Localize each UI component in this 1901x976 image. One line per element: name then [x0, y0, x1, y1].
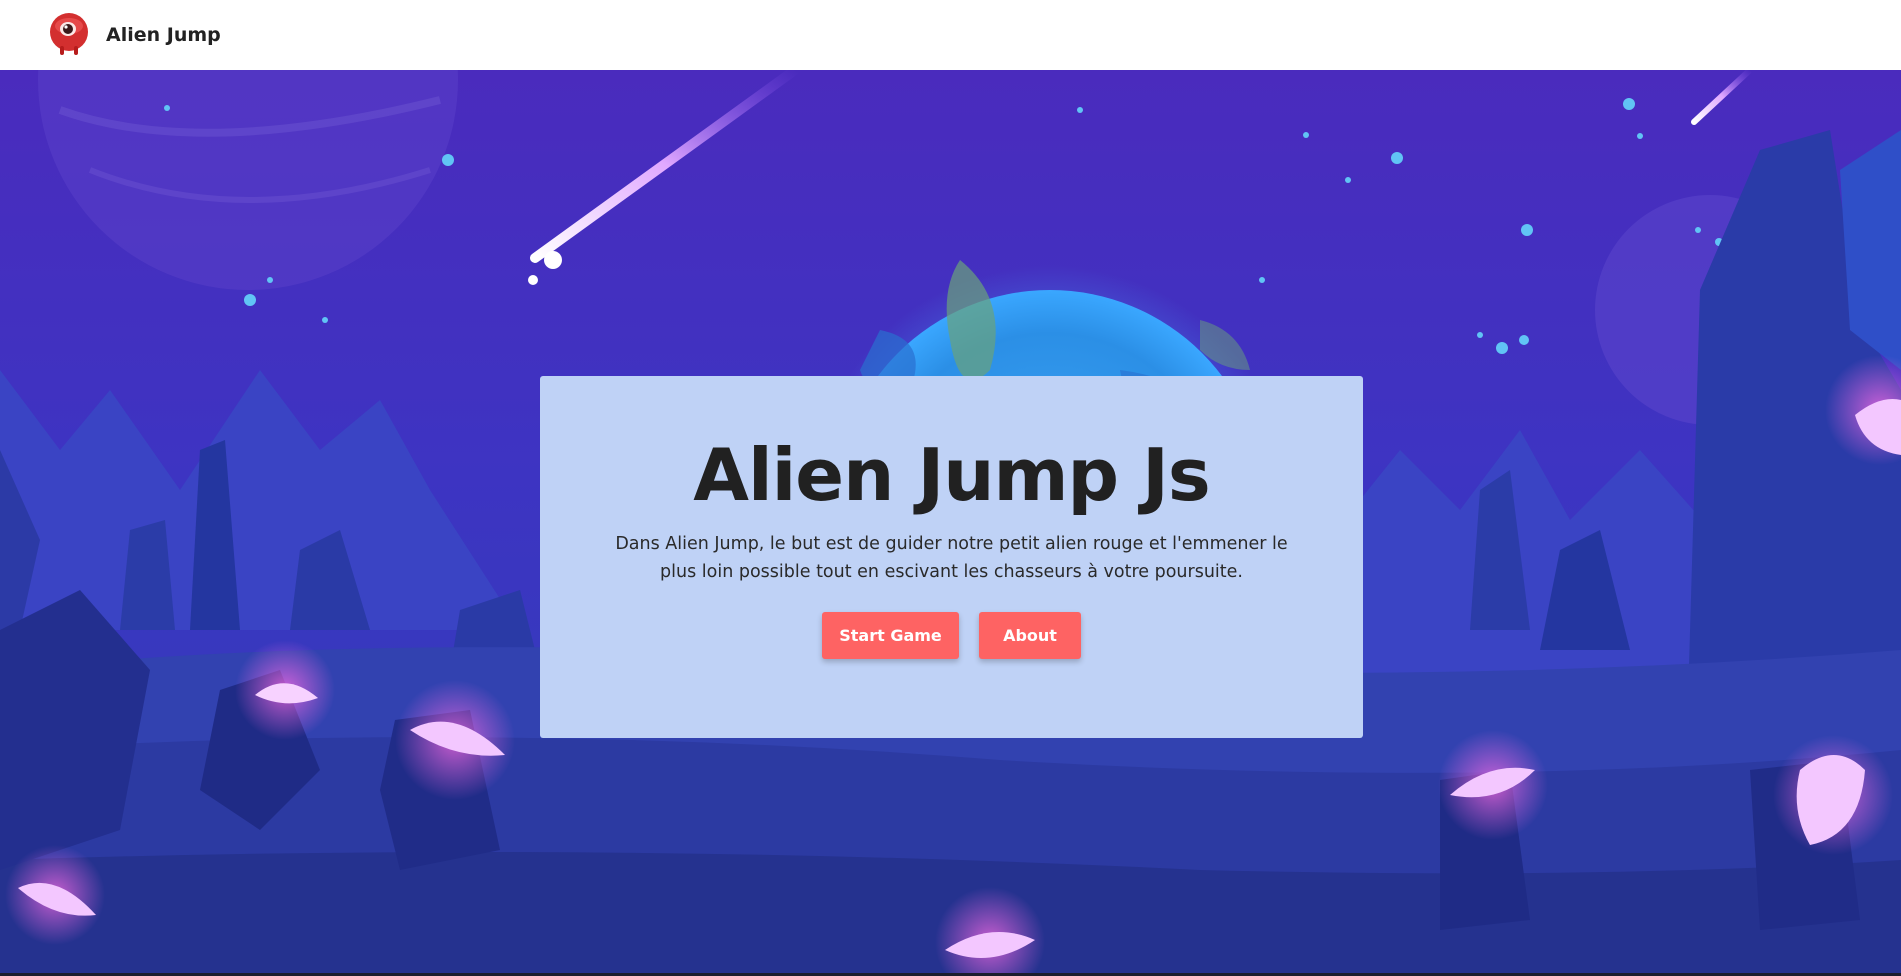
- hero-section: Alien Jump Js Dans Alien Jump, le but es…: [0, 70, 1901, 973]
- card-actions: Start Game About: [540, 611, 1363, 659]
- about-button[interactable]: About: [979, 611, 1081, 659]
- intro-card: Alien Jump Js Dans Alien Jump, le but es…: [540, 376, 1363, 738]
- page-title: Alien Jump Js: [693, 433, 1211, 517]
- brand-link[interactable]: Alien Jump: [48, 12, 221, 58]
- game-description: Dans Alien Jump, le but est de guider no…: [615, 533, 1288, 582]
- start-game-button[interactable]: Start Game: [822, 611, 959, 659]
- red-alien-icon: [50, 13, 88, 55]
- brand-name: Alien Jump: [106, 24, 221, 46]
- top-navbar: Alien Jump: [0, 0, 1901, 70]
